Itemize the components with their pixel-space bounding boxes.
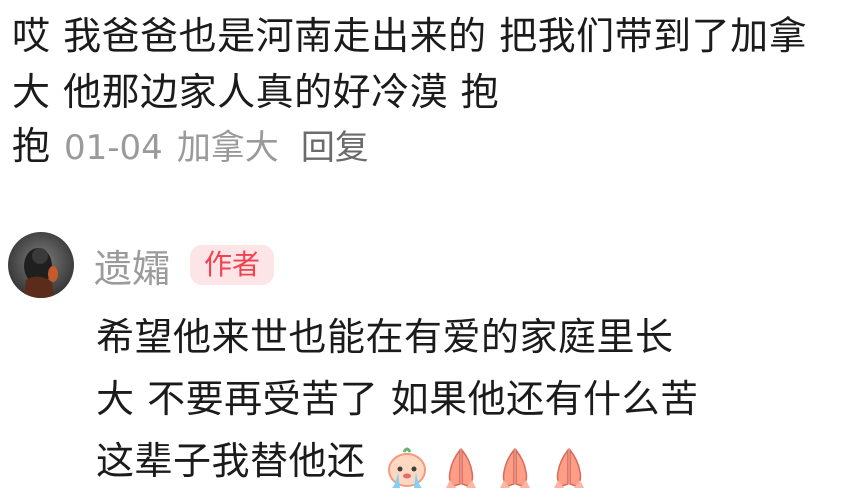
reply-line-1: 希望他来世也能在有爱的家庭里长 bbox=[96, 315, 674, 359]
author-badge: 作者 bbox=[190, 245, 275, 285]
praying-hands-icon bbox=[554, 447, 585, 488]
crying-face-emoji-icon bbox=[388, 447, 427, 488]
author-reply: 遗孀 作者 希望他来世也能在有爱的家庭里长 大 不要再受苦了 如果他还有什么苦 … bbox=[8, 232, 844, 492]
reply-line-2: 大 不要再受苦了 如果他还有什么苦 bbox=[96, 377, 699, 421]
comment-location: 加拿大 bbox=[176, 128, 279, 168]
praying-hands-icon bbox=[446, 447, 477, 488]
reply-text: 希望他来世也能在有爱的家庭里长 大 不要再受苦了 如果他还有什么苦 这辈子我替他… bbox=[96, 306, 844, 492]
reply-line-3-text: 这辈子我替他还 bbox=[96, 439, 366, 483]
reply-line-3: 这辈子我替他还 bbox=[96, 430, 844, 492]
reply-header: 遗孀 作者 bbox=[8, 232, 844, 298]
reply-button[interactable]: 回复 bbox=[301, 120, 369, 176]
comment-text: 哎 我爸爸也是河南走出来的 把我们带到了加拿大 他那边家人真的好冷漠 抱 bbox=[12, 14, 808, 114]
emoji-row bbox=[382, 442, 594, 492]
comment-meta: 抱 01-04 加拿大 回复 bbox=[12, 118, 838, 176]
avatar-image bbox=[8, 232, 74, 298]
comment-date: 01-04 bbox=[64, 128, 163, 168]
avatar[interactable] bbox=[8, 232, 74, 298]
comment-thread: 哎 我爸爸也是河南走出来的 把我们带到了加拿大 他那边家人真的好冷漠 抱 抱 0… bbox=[0, 0, 851, 499]
comment-item: 哎 我爸爸也是河南走出来的 把我们带到了加拿大 他那边家人真的好冷漠 抱 抱 0… bbox=[12, 8, 838, 176]
praying-hands-icon bbox=[500, 447, 531, 488]
comment-text-tail: 抱 bbox=[12, 124, 51, 168]
username[interactable]: 遗孀 bbox=[94, 238, 170, 293]
